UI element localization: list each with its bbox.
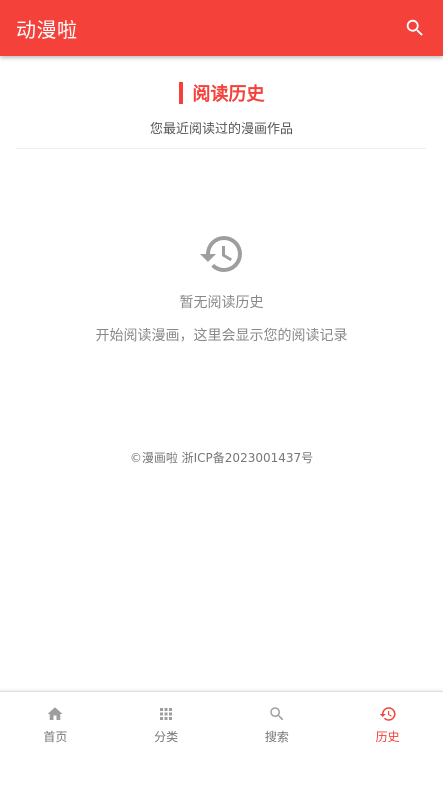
empty-description: 开始阅读漫画，这里会显示您的阅读记录 [95, 328, 348, 344]
title-accent-bar [178, 82, 183, 104]
bottom-nav: 首页 分类 搜索 历史 [0, 691, 443, 804]
footer-copyright: ©漫画啦 浙ICP备2023001437号 [129, 451, 314, 465]
nav-label-home: 首页 [43, 730, 68, 744]
nav-item-home[interactable]: 首页 [0, 692, 111, 804]
history-icon [379, 707, 396, 721]
nav-label-category: 分类 [154, 730, 179, 744]
nav-item-search[interactable]: 搜索 [222, 692, 333, 804]
divider [16, 148, 426, 149]
section-subtitle: 您最近阅读过的漫画作品 [149, 122, 293, 137]
nav-item-history[interactable]: 历史 [332, 692, 443, 804]
section-title: 阅读历史 [192, 84, 265, 105]
nav-label-search: 搜索 [264, 730, 289, 744]
section-header: 阅读历史 您最近阅读过的漫画作品 [0, 80, 443, 137]
search-button[interactable] [401, 14, 429, 42]
page: 动漫啦 阅读历史 您最近阅读过的漫画作品 暂无阅读历史 开始阅读漫画，这里会显示… [0, 0, 443, 804]
home-icon [47, 707, 63, 720]
nav-item-category[interactable]: 分类 [111, 692, 222, 804]
empty-title: 暂无阅读历史 [179, 295, 264, 311]
section-title-row: 阅读历史 [178, 80, 265, 106]
nav-label-history: 历史 [375, 730, 400, 744]
history-icon [199, 236, 242, 272]
search-icon [270, 707, 284, 721]
grid-icon [160, 708, 173, 720]
app-title[interactable]: 动漫啦 [16, 14, 78, 43]
empty-state: 暂无阅读历史 开始阅读漫画，这里会显示您的阅读记录 [0, 230, 443, 345]
app-bar: 动漫啦 [0, 0, 443, 56]
search-icon [406, 19, 423, 36]
